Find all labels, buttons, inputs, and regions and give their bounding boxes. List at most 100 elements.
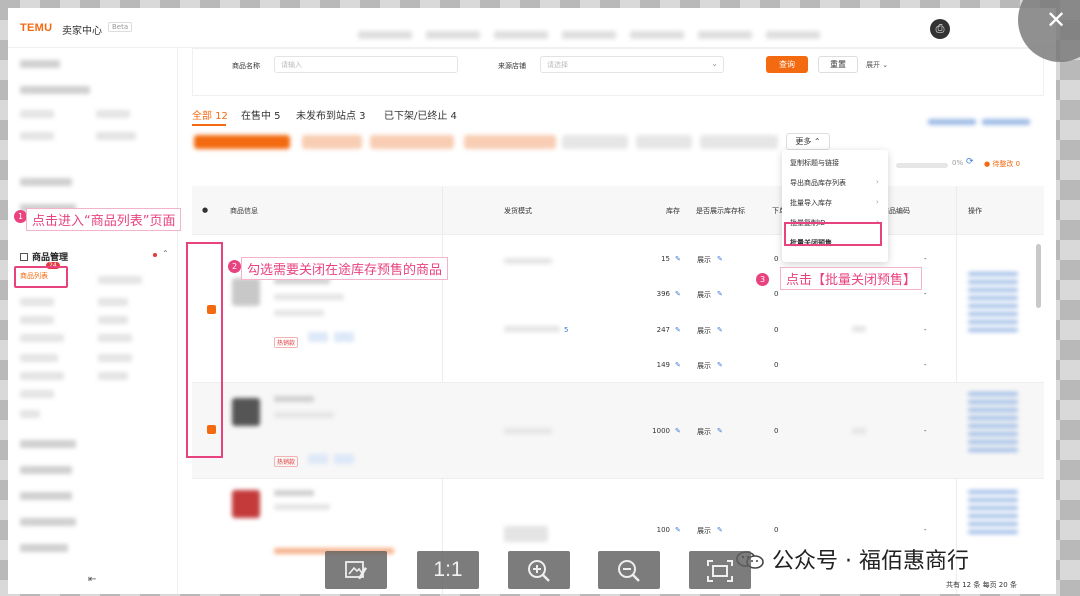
top-nav-blurred[interactable] <box>358 24 834 43</box>
edit-show-icon[interactable]: ✎ <box>717 427 723 435</box>
annotation-box-checkboxes <box>186 242 223 458</box>
show-stock-value: 展示 <box>697 256 711 264</box>
edit-stock-icon[interactable]: ✎ <box>675 290 681 298</box>
select-all-checkbox[interactable]: ● <box>202 206 208 214</box>
menu-item-copy-title-link[interactable]: 复制标题与链接 <box>790 158 839 168</box>
edit-stock-icon[interactable]: ✎ <box>675 255 681 263</box>
actual-size-button[interactable]: 1:1 <box>417 551 479 589</box>
zoom-in-button[interactable] <box>508 551 570 589</box>
beta-badge: Beta <box>108 22 133 32</box>
tab-on-sale[interactable]: 在售中 5 <box>241 107 281 122</box>
fit-screen-button[interactable] <box>689 551 751 589</box>
reset-button[interactable]: 重置 <box>818 56 858 73</box>
close-icon[interactable]: ✕ <box>1046 6 1066 34</box>
edit-stock-icon[interactable]: ✎ <box>675 427 681 435</box>
product-table: ● 商品信息 发货模式 库存 是否展示库存标 下单 商品编码 操作 热销款 热销… <box>192 186 1044 594</box>
expand-filters-button[interactable]: 展开 ⌄ <box>866 60 888 70</box>
shipping-link-count[interactable]: 5 <box>564 326 568 334</box>
edit-show-icon[interactable]: ✎ <box>717 290 723 298</box>
edit-stock-icon[interactable]: ✎ <box>675 326 681 334</box>
order-value: 0 <box>774 326 779 334</box>
temu-logo[interactable]: TEMU <box>20 22 52 34</box>
edit-show-icon[interactable]: ✎ <box>717 526 723 534</box>
order-value: 0 <box>774 526 779 534</box>
tab-unpublished[interactable]: 未发布到站点 3 <box>296 107 366 122</box>
sidebar-section-product-management[interactable]: 商品管理 <box>20 250 68 263</box>
more-button[interactable]: 更多 ⌃ <box>786 133 830 150</box>
zoom-out-button[interactable] <box>598 551 660 589</box>
watermark: 公众号 · 福佰惠商行 <box>735 543 969 575</box>
tab-all[interactable]: 全部 12 <box>192 107 228 122</box>
chevron-up-icon[interactable]: ⌃ <box>162 249 169 258</box>
seller-center-title: 卖家中心 <box>62 26 102 37</box>
tab-removed[interactable]: 已下架/已终止 4 <box>384 107 457 122</box>
chevron-down-icon: ⌄ <box>711 59 718 68</box>
header-stock: 库存 <box>666 207 680 215</box>
edit-stock-icon[interactable]: ✎ <box>675 361 681 369</box>
annotation-box-product-list <box>14 266 68 288</box>
stock-value: 396 <box>630 290 670 298</box>
stock-number: 247 <box>656 326 670 334</box>
product-code: - <box>924 290 927 298</box>
header-product-info: 商品信息 <box>230 207 258 215</box>
menu-item-batch-import-stock[interactable]: 批量导入库存 <box>790 198 832 208</box>
zoom-out-icon <box>618 560 640 582</box>
pagination-info[interactable]: 共有 12 条 每页 20 条 <box>946 580 1017 590</box>
fit-screen-icon <box>707 560 733 582</box>
stock-value: 15 <box>630 255 670 263</box>
source-store-placeholder: 请选择 <box>547 61 568 69</box>
edit-show-icon[interactable]: ✎ <box>717 326 723 334</box>
stock-value: 247 <box>630 326 670 334</box>
warning-badge-label: 待整改 0 <box>992 160 1021 168</box>
product-name-label: 商品名称 <box>232 62 260 70</box>
refresh-icon[interactable]: ⟳ <box>966 157 974 167</box>
progress-bar <box>896 163 948 168</box>
edit-image-icon <box>345 561 367 580</box>
product-code: - <box>924 255 927 263</box>
active-tab-indicator <box>192 124 226 126</box>
product-code: - <box>924 427 927 435</box>
annotation-box-close-presale <box>784 222 882 246</box>
stock-number: 396 <box>656 290 670 298</box>
hot-sale-tag: 热销款 <box>274 337 299 348</box>
chevron-right-icon: › <box>876 198 879 206</box>
stock-value: 149 <box>630 361 670 369</box>
zoom-in-icon <box>528 560 550 582</box>
annotation-text-1: 点击进入“商品列表”页面 <box>26 208 182 231</box>
right-links-blurred[interactable] <box>922 110 1030 129</box>
annotation-text-2: 勾选需要关闭在途库存预售的商品 <box>241 257 449 280</box>
show-stock-value: 展示 <box>697 527 711 535</box>
expand-label: 展开 <box>866 61 880 69</box>
top-bar: TEMU 卖家中心 Beta ⎙ <box>8 8 1056 48</box>
query-button[interactable]: 查询 <box>766 56 808 73</box>
edit-show-icon[interactable]: ✎ <box>717 255 723 263</box>
edit-image-button[interactable] <box>325 551 387 589</box>
chevron-right-icon: › <box>876 178 879 186</box>
show-stock-value: 展示 <box>697 291 711 299</box>
notification-dot <box>153 253 157 257</box>
source-store-select[interactable]: 请选择 ⌄ <box>540 56 724 73</box>
menu-item-export-stock[interactable]: 导出商品库存列表 <box>790 178 846 188</box>
edit-stock-icon[interactable]: ✎ <box>675 526 681 534</box>
annotation-text-3: 点击【批量关闭预售】 <box>780 267 923 290</box>
edit-show-icon[interactable]: ✎ <box>717 361 723 369</box>
stock-value: 100 <box>630 526 670 534</box>
grid-icon <box>20 253 28 261</box>
stock-number: 1000 <box>652 427 670 435</box>
product-name-input[interactable]: 请输入 <box>274 56 458 73</box>
stock-number: 149 <box>656 361 670 369</box>
header-actions: 操作 <box>968 207 982 215</box>
printer-icon[interactable]: ⎙ <box>930 19 950 39</box>
product-code: - <box>924 526 927 534</box>
sidebar: 商品管理 ⌃ 商品列表 24 ⇤ <box>8 48 178 594</box>
watermark-text: 公众号 · 福佰惠商行 <box>772 549 969 574</box>
annotation-number-3: 3 <box>756 273 769 286</box>
source-store-label: 来源店铺 <box>498 62 526 70</box>
hot-sale-tag: 热销款 <box>274 456 299 467</box>
table-scrollbar[interactable] <box>1036 244 1041 308</box>
warning-badge[interactable]: ● 待整改 0 <box>984 159 1020 169</box>
order-value: 0 <box>774 361 779 369</box>
show-stock-value: 展示 <box>697 327 711 335</box>
show-stock-value: 展示 <box>697 362 711 370</box>
collapse-sidebar-icon[interactable]: ⇤ <box>88 574 96 585</box>
